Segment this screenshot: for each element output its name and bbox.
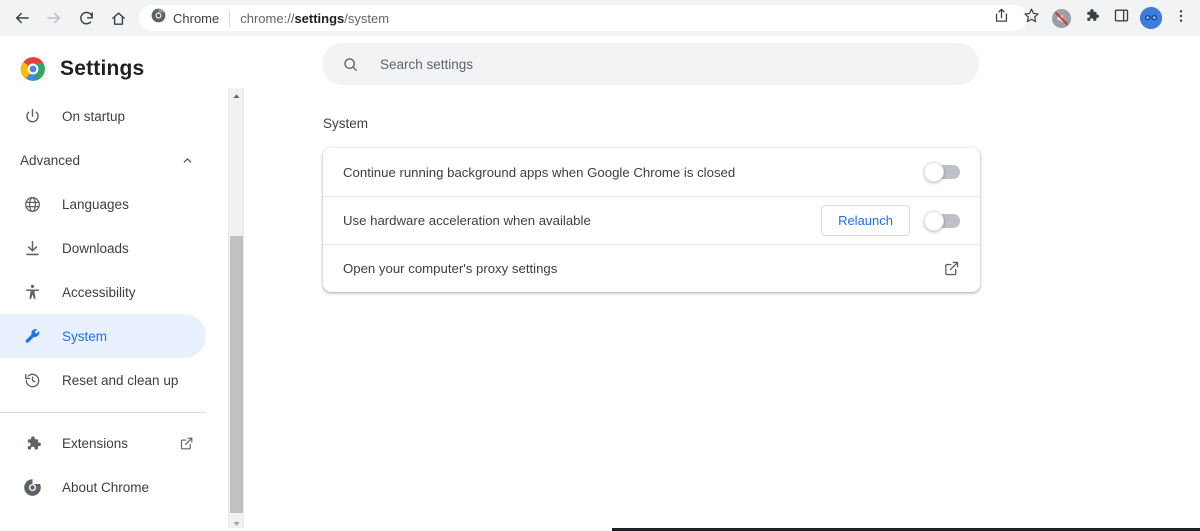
toggle-knob bbox=[924, 210, 944, 231]
chrome-logo-icon bbox=[151, 8, 166, 28]
chrome-outline-icon bbox=[22, 477, 42, 497]
sidebar-item-label: Accessibility bbox=[62, 284, 136, 300]
toggle-knob bbox=[924, 162, 944, 182]
profile-avatar-icon bbox=[1140, 7, 1162, 29]
reload-button[interactable] bbox=[72, 4, 100, 32]
power-icon bbox=[22, 106, 42, 126]
three-dot-menu-icon bbox=[1173, 8, 1189, 29]
settings-header: Settings bbox=[0, 36, 228, 88]
hardware-acceleration-toggle[interactable] bbox=[924, 210, 960, 231]
site-chip[interactable]: Chrome bbox=[151, 8, 219, 28]
extensions-puzzle-icon bbox=[1083, 7, 1100, 29]
omnibox-separator bbox=[229, 10, 231, 26]
url-highlight: settings bbox=[294, 10, 345, 26]
external-link-icon bbox=[178, 435, 194, 451]
address-bar[interactable]: Chrome chrome://settings/system bbox=[139, 5, 1027, 31]
row-controls: Relaunch bbox=[821, 205, 960, 236]
browser-toolbar: Chrome chrome://settings/system bbox=[0, 0, 1200, 36]
restore-icon bbox=[22, 370, 42, 390]
setting-row-proxy-settings[interactable]: Open your computer's proxy settings bbox=[323, 244, 980, 292]
section-heading: System bbox=[323, 116, 369, 131]
sidebar-item-label: Reset and clean up bbox=[62, 372, 179, 388]
wrench-icon bbox=[22, 326, 42, 346]
settings-page: Settings On startup Advanced Languages D… bbox=[0, 36, 1200, 531]
extensions-button[interactable] bbox=[1076, 3, 1106, 33]
globe-icon bbox=[22, 194, 42, 214]
scrollbar-edge bbox=[243, 88, 244, 531]
chrome-logo-icon bbox=[20, 56, 46, 82]
site-chip-label: Chrome bbox=[173, 10, 220, 26]
accessibility-icon bbox=[22, 282, 42, 302]
sidebar-item-accessibility[interactable]: Accessibility bbox=[0, 270, 206, 314]
sidebar-item-label: Extensions bbox=[62, 435, 129, 451]
arrow-left-icon bbox=[13, 9, 31, 27]
home-icon bbox=[110, 10, 127, 27]
share-icon bbox=[993, 7, 1010, 29]
media-control-button[interactable] bbox=[1046, 3, 1076, 33]
external-link-icon[interactable] bbox=[942, 260, 960, 278]
sidebar-item-downloads[interactable]: Downloads bbox=[0, 226, 206, 270]
sidebar-item-label: System bbox=[62, 328, 108, 344]
sidebar-nav: On startup Advanced Languages Downloads … bbox=[0, 94, 228, 509]
download-icon bbox=[22, 238, 42, 258]
back-button[interactable] bbox=[8, 4, 36, 32]
scroll-up-arrow-icon[interactable] bbox=[229, 88, 244, 104]
setting-label: Open your computer's proxy settings bbox=[343, 261, 558, 276]
bookmark-star-icon bbox=[1023, 7, 1040, 29]
extensions-puzzle-icon bbox=[22, 433, 42, 453]
sidebar-divider bbox=[0, 412, 206, 413]
browser-window: Chrome chrome://settings/system Settings… bbox=[0, 0, 1200, 531]
sidebar-item-about-chrome[interactable]: About Chrome bbox=[0, 465, 206, 509]
page-title: Settings bbox=[60, 57, 145, 80]
settings-sidebar: Settings On startup Advanced Languages D… bbox=[0, 36, 228, 531]
relaunch-button[interactable]: Relaunch bbox=[821, 205, 910, 236]
sidebar-item-languages[interactable]: Languages bbox=[0, 182, 206, 226]
url-prefix: chrome:// bbox=[240, 10, 295, 26]
sidebar-item-label: Downloads bbox=[62, 240, 129, 256]
sidebar-item-label: On startup bbox=[62, 108, 126, 124]
system-settings-card: Continue running background apps when Go… bbox=[323, 148, 980, 292]
scrollbar-thumb[interactable] bbox=[230, 236, 243, 513]
share-button[interactable] bbox=[986, 3, 1016, 33]
media-muted-icon bbox=[1051, 8, 1071, 28]
sidebar-scrollbar[interactable] bbox=[228, 88, 244, 531]
side-panel-icon bbox=[1113, 7, 1130, 29]
navigation-buttons bbox=[0, 4, 132, 32]
profile-button[interactable] bbox=[1136, 3, 1166, 33]
search-icon bbox=[342, 56, 359, 73]
url-text: chrome://settings/system bbox=[240, 11, 389, 26]
toolbar-actions bbox=[986, 0, 1196, 36]
url-suffix: /system bbox=[344, 10, 390, 26]
settings-main: Search settings System Continue running … bbox=[245, 36, 1200, 531]
sidebar-item-extensions[interactable]: Extensions bbox=[0, 421, 206, 465]
sidebar-item-label: Languages bbox=[62, 196, 129, 212]
side-panel-button[interactable] bbox=[1106, 3, 1136, 33]
sidebar-section-advanced[interactable]: Advanced bbox=[0, 138, 228, 182]
setting-row-background-apps[interactable]: Continue running background apps when Go… bbox=[323, 148, 980, 196]
setting-label: Use hardware acceleration when available bbox=[343, 213, 591, 228]
forward-button[interactable] bbox=[40, 4, 68, 32]
setting-row-hardware-acceleration[interactable]: Use hardware acceleration when available… bbox=[323, 196, 980, 244]
sidebar-item-on-startup[interactable]: On startup bbox=[0, 94, 206, 138]
setting-label: Continue running background apps when Go… bbox=[343, 164, 736, 180]
sidebar-section-label: Advanced bbox=[20, 152, 81, 168]
row-controls bbox=[924, 162, 960, 182]
bookmark-button[interactable] bbox=[1016, 3, 1046, 33]
home-button[interactable] bbox=[104, 4, 132, 32]
search-settings-input[interactable]: Search settings bbox=[322, 43, 979, 85]
background-apps-toggle[interactable] bbox=[924, 162, 960, 182]
reload-icon bbox=[78, 10, 95, 27]
sidebar-item-label: About Chrome bbox=[62, 479, 150, 495]
row-controls bbox=[942, 260, 960, 278]
arrow-right-icon bbox=[45, 9, 63, 27]
sidebar-item-reset-and-clean-up[interactable]: Reset and clean up bbox=[0, 358, 206, 402]
sidebar-item-system[interactable]: System bbox=[0, 314, 206, 358]
chevron-up-icon bbox=[181, 154, 194, 167]
search-placeholder: Search settings bbox=[380, 56, 474, 72]
chrome-menu-button[interactable] bbox=[1166, 3, 1196, 33]
